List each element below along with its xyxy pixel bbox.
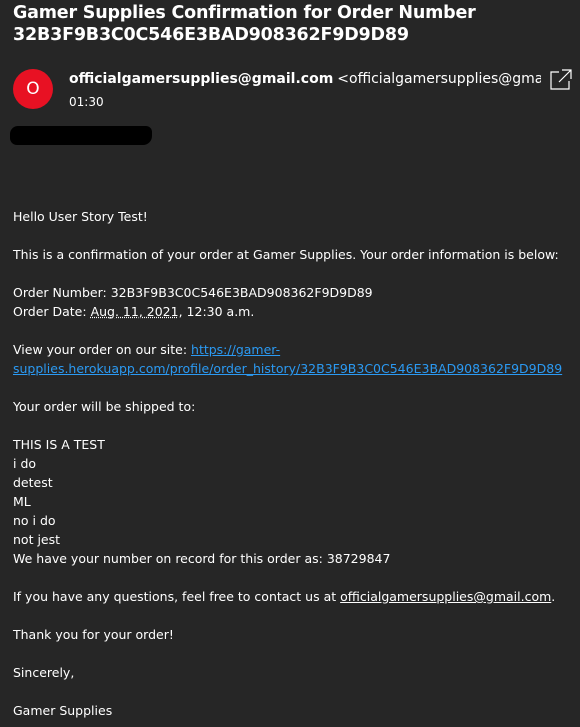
greeting: Hello User Story Test! xyxy=(13,209,148,224)
subject-line: Gamer Supplies Confirmation for Order Nu… xyxy=(13,3,476,23)
sender-info[interactable]: officialgamersupplies@gmail.com <official… xyxy=(69,70,541,88)
order-time: , 12:30 a.m. xyxy=(178,304,255,319)
message-time: 01:30 xyxy=(69,95,104,109)
closing-text: Sincerely, xyxy=(13,665,75,680)
contact-end: . xyxy=(551,589,556,604)
order-number: 32B3F9B3C0C546E3BAD908362F9D9D89 xyxy=(110,285,373,300)
address-line: detest xyxy=(13,475,53,490)
order-date[interactable]: Aug. 11, 2021 xyxy=(91,304,179,319)
ship-intro: Your order will be shipped to: xyxy=(13,399,196,414)
contact-text: If you have any questions, feel free to … xyxy=(13,589,341,604)
sender-name[interactable]: officialgamersupplies@gmail.com xyxy=(69,71,333,87)
email-body: Hello User Story Test! This is a confirm… xyxy=(13,207,573,720)
signature: Gamer Supplies xyxy=(13,703,113,718)
order-number-line: Order Number: 32B3F9B3C0C546E3BAD908362F… xyxy=(13,283,573,302)
phone-text: We have your number on record for this o… xyxy=(13,551,391,566)
view-order-label: View your order on our site: xyxy=(13,342,192,357)
thanks-text: Thank you for your order! xyxy=(13,627,174,642)
sender-address[interactable]: <officialgamersupplies@gmail.com> xyxy=(337,71,541,87)
address-line: ML xyxy=(13,494,31,509)
order-history-link-part2[interactable]: supplies.herokuapp.com/profile/order_his… xyxy=(13,361,562,376)
subject-order-number: 32B3F9B3C0C546E3BAD908362F9D9D89 xyxy=(13,25,409,45)
view-order-line: View your order on our site: https://gam… xyxy=(13,340,573,378)
contact-line: If you have any questions, feel free to … xyxy=(13,587,573,606)
address-line: not jest xyxy=(13,532,61,547)
sender-avatar[interactable]: O xyxy=(13,69,53,109)
email-subject: Gamer Supplies Confirmation for Order Nu… xyxy=(13,2,573,46)
address-line: i do xyxy=(13,456,37,471)
address-line: no i do xyxy=(13,513,56,528)
redacted-recipient xyxy=(10,126,152,145)
order-number-label: Order Number: xyxy=(13,285,111,300)
intro-text: This is a confirmation of your order at … xyxy=(13,247,559,262)
contact-email-link[interactable]: officialgamersupplies@gmail.com xyxy=(340,589,551,604)
order-history-link-part1[interactable]: https://gamer- xyxy=(191,342,280,357)
order-date-label: Order Date: xyxy=(13,304,91,319)
open-in-new-window-icon[interactable] xyxy=(549,69,573,91)
address-line: THIS IS A TEST xyxy=(13,437,105,452)
order-date-line: Order Date: Aug. 11, 2021, 12:30 a.m. xyxy=(13,302,573,321)
